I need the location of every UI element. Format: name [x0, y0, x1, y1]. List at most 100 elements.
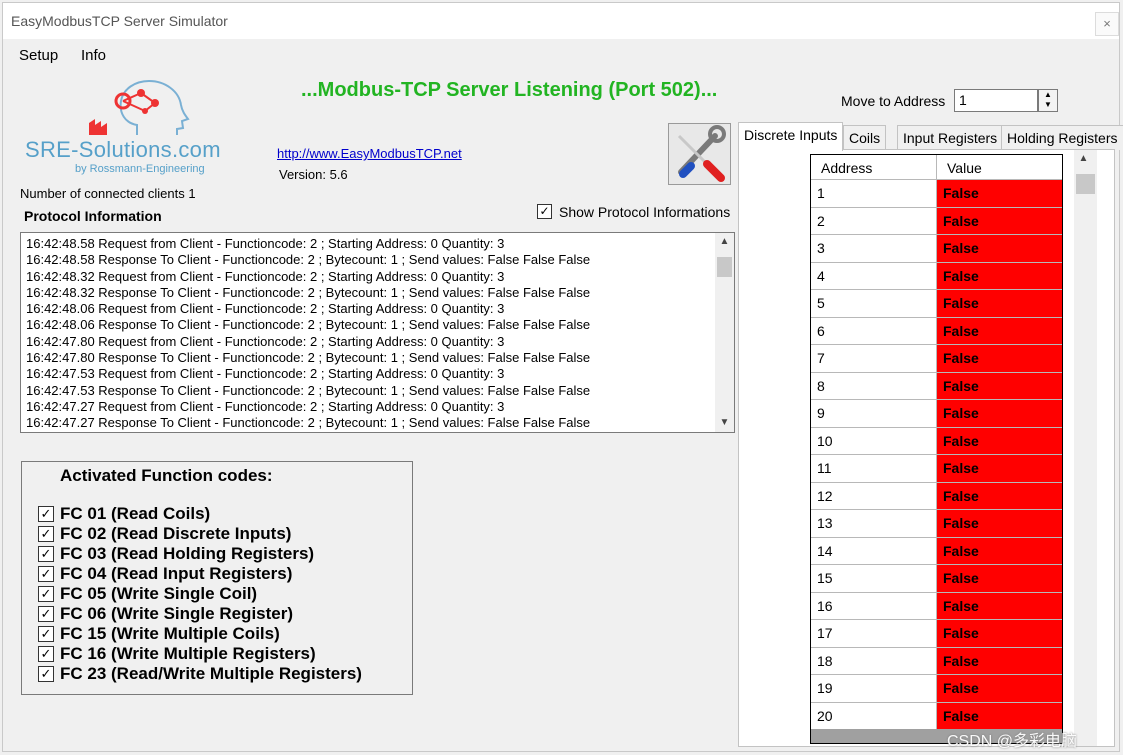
value-cell[interactable]: False — [937, 207, 1062, 235]
address-cell[interactable]: 2 — [811, 207, 937, 235]
table-row[interactable]: 5 False — [811, 290, 1062, 318]
address-cell[interactable]: 20 — [811, 702, 937, 730]
function-code-checkbox[interactable]: ✓ — [38, 586, 54, 602]
table-row[interactable]: 18 False — [811, 647, 1062, 675]
table-row[interactable]: 15 False — [811, 565, 1062, 593]
address-cell[interactable]: 15 — [811, 565, 937, 593]
function-codes-title: Activated Function codes: — [60, 466, 273, 485]
value-cell[interactable]: False — [937, 702, 1062, 730]
address-cell[interactable]: 13 — [811, 510, 937, 538]
table-row[interactable]: 3 False — [811, 235, 1062, 263]
table-row[interactable]: 9 False — [811, 400, 1062, 428]
address-cell[interactable]: 8 — [811, 372, 937, 400]
table-row[interactable]: 7 False — [811, 345, 1062, 373]
grid-scrollbar[interactable]: ▲ — [1074, 150, 1097, 746]
function-code-checkbox[interactable]: ✓ — [38, 526, 54, 542]
value-cell[interactable]: False — [937, 180, 1062, 208]
tools-button[interactable] — [668, 123, 731, 185]
table-row[interactable]: 13 False — [811, 510, 1062, 538]
address-cell[interactable]: 14 — [811, 537, 937, 565]
register-grid[interactable]: Address Value 1 False 2 False 3 False 4 False 5 F… — [810, 154, 1063, 744]
menu-setup[interactable]: Setup — [19, 47, 58, 64]
value-cell[interactable]: False — [937, 647, 1062, 675]
value-cell[interactable]: False — [937, 317, 1062, 345]
table-row[interactable]: 6 False — [811, 317, 1062, 345]
logo-head-icon — [89, 79, 190, 135]
address-cell[interactable]: 4 — [811, 262, 937, 290]
value-cell[interactable]: False — [937, 262, 1062, 290]
table-row[interactable]: 4 False — [811, 262, 1062, 290]
value-cell[interactable]: False — [937, 565, 1062, 593]
table-row[interactable]: 11 False — [811, 455, 1062, 483]
address-cell[interactable]: 17 — [811, 620, 937, 648]
scroll-up-icon[interactable]: ▲ — [715, 233, 734, 251]
address-cell[interactable]: 7 — [811, 345, 937, 373]
tab-panel: Address Value 1 False 2 False 3 False 4 False 5 F… — [738, 149, 1115, 747]
website-link[interactable]: http://www.EasyModbusTCP.net — [277, 146, 462, 161]
address-cell[interactable]: 16 — [811, 592, 937, 620]
address-cell[interactable]: 9 — [811, 400, 937, 428]
address-cell[interactable]: 5 — [811, 290, 937, 318]
address-cell[interactable]: 18 — [811, 647, 937, 675]
value-cell[interactable]: False — [937, 290, 1062, 318]
table-row[interactable]: 12 False — [811, 482, 1062, 510]
address-cell[interactable]: 11 — [811, 455, 937, 483]
address-cell[interactable]: 1 — [811, 180, 937, 208]
value-cell[interactable]: False — [937, 372, 1062, 400]
function-code-checkbox[interactable]: ✓ — [38, 566, 54, 582]
value-cell[interactable]: False — [937, 510, 1062, 538]
log-scrollbar[interactable]: ▲ ▼ — [715, 233, 734, 432]
scroll-down-icon[interactable]: ▼ — [715, 414, 734, 432]
menu-info[interactable]: Info — [81, 47, 106, 64]
log-line: 16:42:48.06 Response To Client - Functio… — [26, 317, 591, 333]
value-cell[interactable]: False — [937, 592, 1062, 620]
table-row[interactable]: 20 False — [811, 702, 1062, 730]
table-row[interactable]: 10 False — [811, 427, 1062, 455]
column-header-address[interactable]: Address — [811, 155, 937, 180]
scroll-up-icon[interactable]: ▲ — [1074, 150, 1093, 168]
table-row[interactable]: 19 False — [811, 675, 1062, 703]
function-code-checkbox[interactable]: ✓ — [38, 606, 54, 622]
address-cell[interactable]: 12 — [811, 482, 937, 510]
column-header-value[interactable]: Value — [937, 155, 1062, 180]
tab-holding-registers[interactable]: Holding Registers — [1001, 125, 1123, 150]
value-cell[interactable]: False — [937, 620, 1062, 648]
protocol-log[interactable]: 16:42:48.58 Request from Client - Functi… — [20, 232, 735, 433]
tab-coils[interactable]: Coils — [843, 125, 887, 150]
address-cell[interactable]: 3 — [811, 235, 937, 263]
scroll-thumb[interactable] — [717, 257, 732, 277]
address-cell[interactable]: 10 — [811, 427, 937, 455]
tab-input-registers[interactable]: Input Registers — [897, 125, 1004, 150]
address-spinner[interactable]: ▲ ▼ — [1038, 89, 1058, 112]
log-line: 16:42:48.58 Response To Client - Functio… — [26, 252, 591, 268]
value-cell[interactable]: False — [937, 455, 1062, 483]
value-cell[interactable]: False — [937, 537, 1062, 565]
value-cell[interactable]: False — [937, 675, 1062, 703]
table-row[interactable]: 2 False — [811, 207, 1062, 235]
tab-discrete-inputs[interactable]: Discrete Inputs — [738, 122, 844, 151]
address-cell[interactable]: 19 — [811, 675, 937, 703]
scroll-thumb[interactable] — [1076, 174, 1095, 194]
table-row[interactable]: 14 False — [811, 537, 1062, 565]
function-code-checkbox[interactable]: ✓ — [38, 506, 54, 522]
value-cell[interactable]: False — [937, 345, 1062, 373]
table-row[interactable]: 8 False — [811, 372, 1062, 400]
function-code-checkbox[interactable]: ✓ — [38, 666, 54, 682]
close-button[interactable]: × — [1095, 12, 1119, 36]
value-cell[interactable]: False — [937, 427, 1062, 455]
value-cell[interactable]: False — [937, 482, 1062, 510]
function-code-checkbox[interactable]: ✓ — [38, 546, 54, 562]
function-code-checkbox[interactable]: ✓ — [38, 626, 54, 642]
function-code-checkbox[interactable]: ✓ — [38, 646, 54, 662]
spin-up-icon[interactable]: ▲ — [1039, 90, 1057, 100]
value-cell[interactable]: False — [937, 235, 1062, 263]
value-cell[interactable]: False — [937, 400, 1062, 428]
table-row[interactable]: 16 False — [811, 592, 1062, 620]
show-protocol-checkbox[interactable]: ✓ — [537, 204, 552, 219]
table-row[interactable]: 17 False — [811, 620, 1062, 648]
address-cell[interactable]: 6 — [811, 317, 937, 345]
watermark: CSDN @多彩电脑 — [947, 733, 1078, 750]
table-row[interactable]: 1 False — [811, 180, 1062, 208]
spin-down-icon[interactable]: ▼ — [1039, 100, 1057, 110]
move-to-address-input[interactable]: 1 — [954, 89, 1038, 112]
